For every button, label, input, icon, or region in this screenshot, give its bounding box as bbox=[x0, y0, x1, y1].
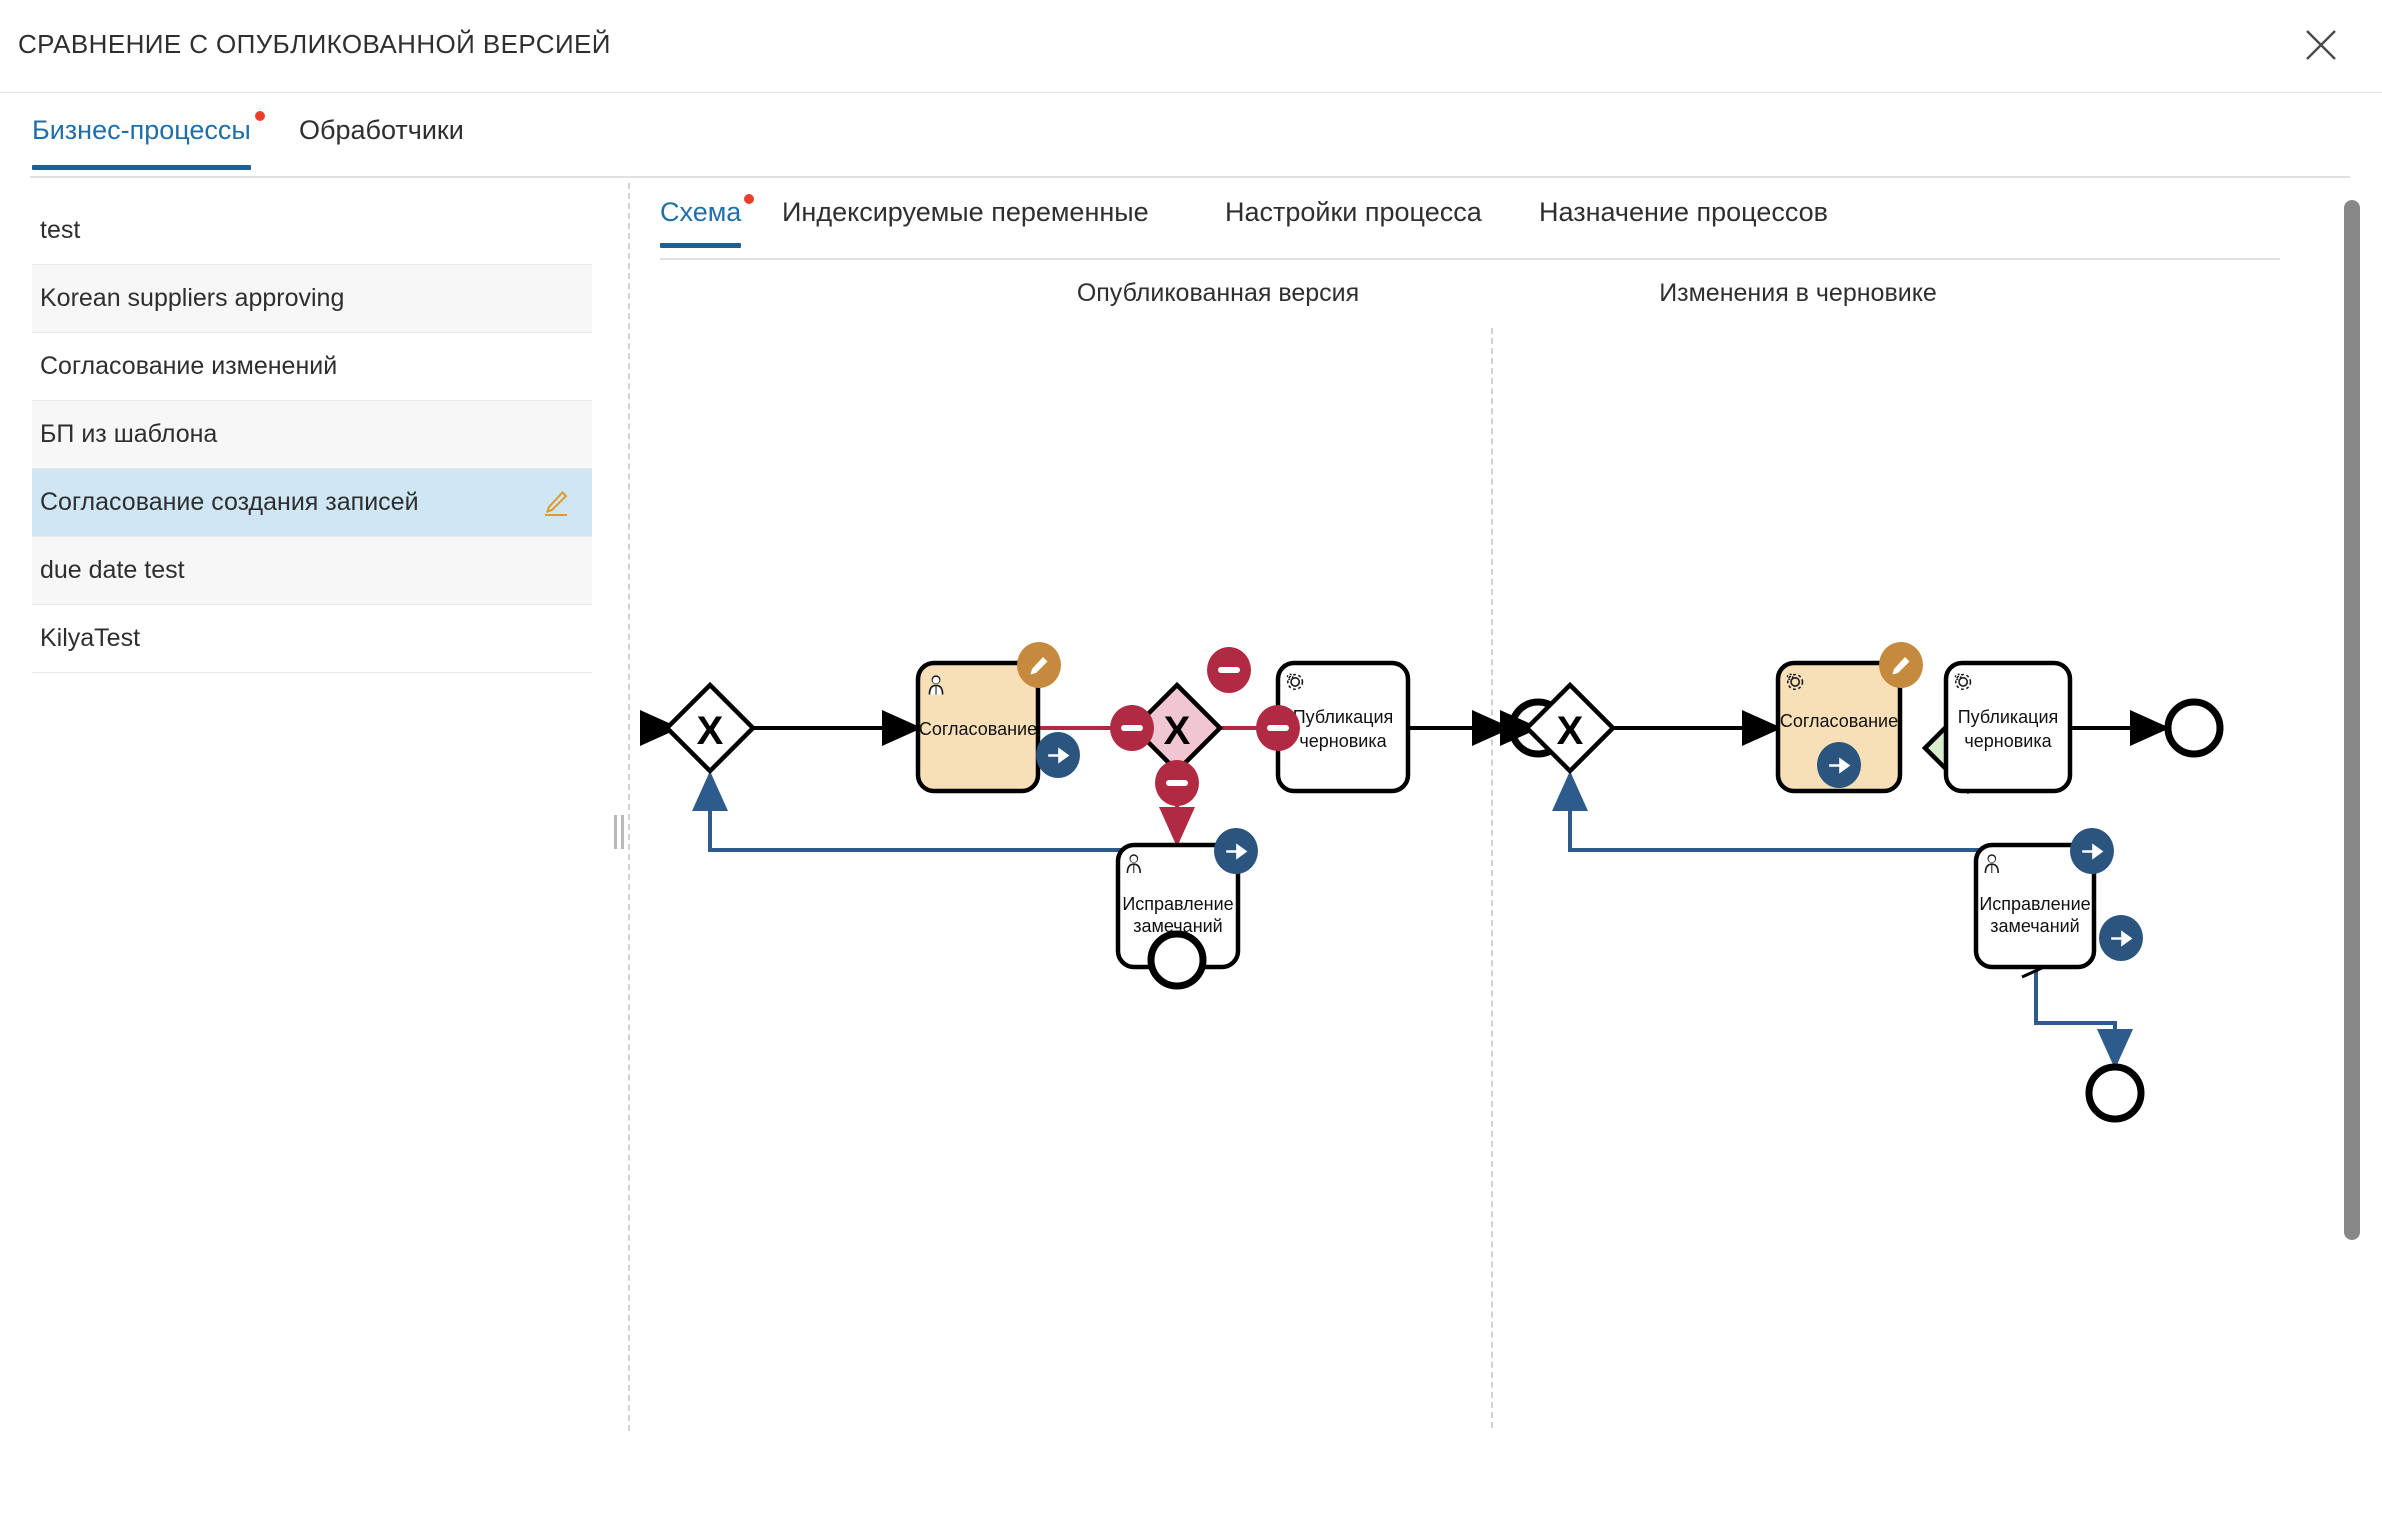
tab-scheme-change-dot bbox=[744, 194, 754, 204]
tab-business-processes-underline bbox=[32, 165, 251, 170]
diagram-published[interactable]: X Согласование bbox=[648, 642, 1564, 986]
tab-scheme-underline bbox=[660, 243, 741, 248]
task-approve-label: Согласование bbox=[919, 719, 1037, 739]
tab-process-assignment-label: Назначение процессов bbox=[1539, 197, 1828, 227]
list-item[interactable]: Согласование изменений bbox=[32, 333, 592, 401]
task-approve-label-draft: Согласование bbox=[1780, 711, 1898, 731]
flow-fix-to-gateway bbox=[710, 775, 1128, 850]
dialog-header: СРАВНЕНИЕ С ОПУБЛИКОВАННОЙ ВЕРСИЕЙ bbox=[0, 0, 2382, 93]
tab-process-settings[interactable]: Настройки процесса bbox=[1225, 197, 1482, 228]
end-event-bottom-published-final[interactable] bbox=[1151, 934, 1203, 986]
list-item-selected[interactable]: Согласование создания записей bbox=[32, 469, 592, 537]
tab-handlers[interactable]: Обработчики bbox=[299, 115, 464, 146]
gateway-x-marker: X bbox=[1164, 709, 1191, 753]
diagram-canvas[interactable]: X Согласование bbox=[628, 323, 2348, 1423]
flow-conditional-marker-draft bbox=[2022, 968, 2042, 977]
list-item-label: due date test bbox=[40, 556, 185, 585]
list-item[interactable]: БП из шаблона bbox=[32, 401, 592, 469]
tab-indexed-variables[interactable]: Индексируемые переменные bbox=[782, 197, 1149, 228]
page-title: СРАВНЕНИЕ С ОПУБЛИКОВАННОЙ ВЕРСИЕЙ bbox=[18, 29, 611, 60]
tab-handlers-label: Обработчики bbox=[299, 115, 464, 145]
task-publish-draft-label-line2: черновика bbox=[1964, 731, 2052, 751]
gateway-x-marker: X bbox=[697, 709, 724, 753]
detail-tab-bar: Схема Индексируемые переменные Настройки… bbox=[628, 183, 2328, 253]
column-header-draft: Изменения в черновике bbox=[1568, 279, 2028, 308]
close-button[interactable] bbox=[2290, 14, 2352, 76]
vertical-scrollbar-thumb[interactable] bbox=[2344, 200, 2360, 1240]
flow-fix-to-end-draft bbox=[2036, 970, 2115, 1065]
tab-process-settings-label: Настройки процесса bbox=[1225, 197, 1482, 227]
tab-scheme-label: Схема bbox=[660, 197, 741, 227]
task-fix-label-line1: Исправление bbox=[1122, 894, 1233, 914]
tab-scheme[interactable]: Схема bbox=[660, 197, 741, 228]
top-tab-bar: Бизнес-процессы Обработчики bbox=[0, 93, 2382, 178]
pencil-icon bbox=[542, 489, 570, 517]
task-publish-label-line2: черновика bbox=[1299, 731, 1387, 751]
list-item-label: KilyaTest bbox=[40, 624, 140, 653]
list-item-label: Согласование создания записей bbox=[40, 488, 419, 517]
list-item-label: test bbox=[40, 216, 80, 245]
tab-bar-rule bbox=[30, 176, 2350, 178]
resizer-bar bbox=[621, 815, 624, 849]
detail-pane: Схема Индексируемые переменные Настройки… bbox=[628, 183, 2348, 1431]
list-item[interactable]: due date test bbox=[32, 537, 592, 605]
list-item-label: Korean suppliers approving bbox=[40, 284, 344, 313]
gateway-join-draft[interactable]: X bbox=[1527, 685, 1613, 771]
process-list: test Korean suppliers approving Согласов… bbox=[32, 197, 592, 673]
minus-badge-publish-published[interactable] bbox=[1256, 705, 1300, 751]
list-item[interactable]: Korean suppliers approving bbox=[32, 265, 592, 333]
pane-resizer-handle[interactable] bbox=[612, 815, 626, 849]
tab-process-assignment[interactable]: Назначение процессов bbox=[1539, 197, 1828, 228]
blue-arrow-badge-fix-top-published[interactable] bbox=[1214, 828, 1258, 874]
minus-badge-gateway-left-published[interactable] bbox=[1110, 705, 1154, 751]
list-item-label: БП из шаблона bbox=[40, 420, 217, 449]
blue-arrow-badge-fix-top-draft[interactable] bbox=[2070, 828, 2114, 874]
close-icon bbox=[2304, 28, 2338, 62]
task-approve-published[interactable]: Согласование bbox=[918, 663, 1038, 791]
tab-business-processes-label: Бизнес-процессы bbox=[32, 115, 251, 145]
end-event-bottom-draft[interactable] bbox=[2089, 1067, 2141, 1119]
gateway-join-published[interactable]: X bbox=[667, 685, 753, 771]
task-publish-draft-label-line1: Публикация bbox=[1958, 707, 2059, 727]
minus-badge-gateway-top-published[interactable] bbox=[1207, 647, 1251, 693]
list-item[interactable]: test bbox=[32, 197, 592, 265]
flow-fix-to-gateway-draft bbox=[1570, 775, 1986, 850]
task-publish-draft-box[interactable]: Публикация черновика bbox=[1946, 663, 2070, 791]
pencil-badge-approve-published[interactable] bbox=[1017, 642, 1061, 688]
task-publish-label-line1: Публикация bbox=[1293, 707, 1394, 727]
tab-business-processes[interactable]: Бизнес-процессы bbox=[32, 115, 251, 146]
tab-indexed-variables-label: Индексируемые переменные bbox=[782, 197, 1149, 227]
task-fix-draft-label-line2: замечаний bbox=[1990, 916, 2080, 936]
blue-arrow-badge-fix-bottom-draft[interactable] bbox=[2099, 915, 2143, 961]
list-item[interactable]: KilyaTest bbox=[32, 605, 592, 673]
column-header-published: Опубликованная версия bbox=[1018, 279, 1418, 308]
detail-tab-rule bbox=[660, 258, 2280, 260]
end-event-top-draft[interactable] bbox=[2168, 702, 2220, 754]
edit-pencil-icon[interactable] bbox=[542, 489, 570, 517]
pencil-badge-approve-draft[interactable] bbox=[1879, 642, 1923, 688]
list-item-label: Согласование изменений bbox=[40, 352, 337, 381]
tab-business-processes-change-dot bbox=[255, 111, 265, 121]
task-fix-draft-label-line1: Исправление bbox=[1979, 894, 2090, 914]
resizer-bar bbox=[614, 815, 617, 849]
blue-arrow-badge-approve-draft[interactable] bbox=[1817, 742, 1861, 788]
minus-badge-gateway-bottom-published[interactable] bbox=[1155, 760, 1199, 806]
blue-arrow-badge-approve-published[interactable] bbox=[1036, 732, 1080, 778]
gateway-x-marker: X bbox=[1557, 709, 1584, 753]
